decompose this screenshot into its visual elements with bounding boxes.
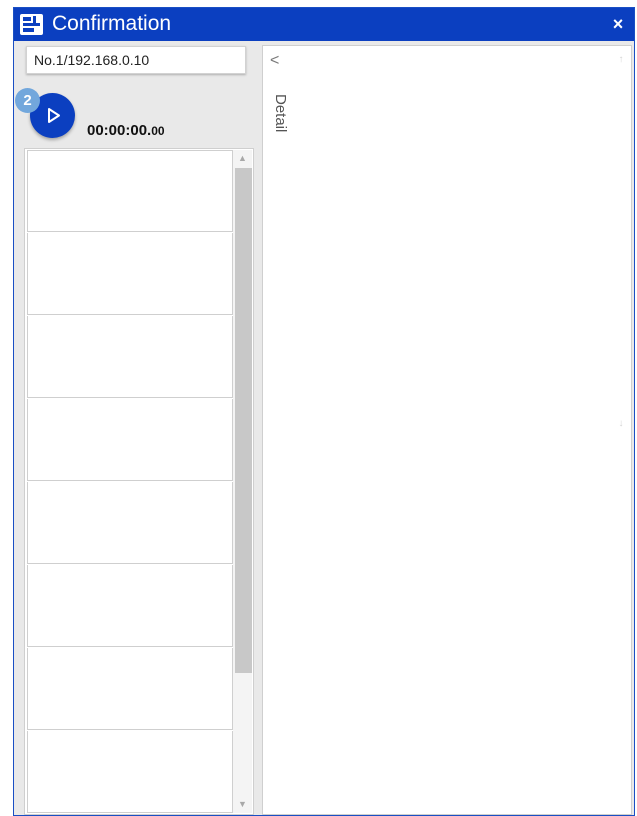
collapse-chevron-icon[interactable]: <	[270, 52, 284, 70]
list-item[interactable]	[27, 565, 233, 647]
window-title: Confirmation	[52, 12, 172, 35]
detail-scroll-down-icon: ↓	[618, 418, 624, 429]
list-item[interactable]	[27, 150, 233, 232]
device-field[interactable]: No.1/192.168.0.10	[26, 46, 246, 74]
timer-fraction: 00	[151, 124, 165, 138]
app-logo-icon	[20, 14, 43, 35]
detail-scroll-up-icon: ↑	[618, 54, 624, 65]
timer: 00:00:00.00	[87, 122, 165, 139]
scroll-down-icon[interactable]: ▼	[233, 796, 252, 813]
detail-tab-label[interactable]: Detail	[272, 94, 289, 132]
title-bar: Confirmation ×	[14, 8, 634, 41]
list-item[interactable]	[27, 316, 233, 398]
scroll-thumb[interactable]	[235, 168, 252, 673]
close-button[interactable]: ×	[608, 14, 628, 34]
step-badge: 2	[15, 88, 40, 113]
list-item[interactable]	[27, 648, 233, 730]
list-item[interactable]	[27, 731, 233, 813]
list-scrollbar[interactable]: ▲ ▼	[233, 150, 252, 813]
left-pane: No.1/192.168.0.10 2 00:00:00.00 ▲ ▼	[15, 44, 258, 816]
detail-pane: < Detail ↑ ↓	[262, 45, 632, 815]
timer-main: 00:00:00.	[87, 122, 152, 139]
scroll-up-icon[interactable]: ▲	[233, 150, 252, 167]
list-item[interactable]	[27, 399, 233, 481]
item-list: ▲ ▼	[24, 148, 254, 815]
confirmation-window: Confirmation × No.1/192.168.0.10 2 00:00…	[13, 7, 635, 816]
list-item[interactable]	[27, 482, 233, 564]
list-item[interactable]	[27, 233, 233, 315]
